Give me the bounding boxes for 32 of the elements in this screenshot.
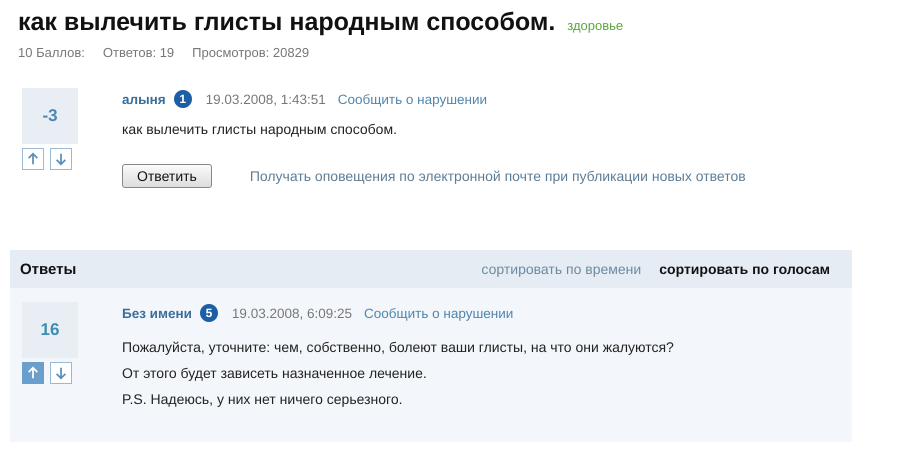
author-link[interactable]: алыня (122, 92, 166, 106)
post-text: как вылечить глисты народным способом. (122, 120, 398, 139)
vote-down-button[interactable] (50, 148, 72, 170)
sort-link[interactable]: сортировать по голосам (659, 261, 830, 277)
stat-text: Просмотров: 20829 (192, 45, 310, 60)
down-arrow-icon (54, 152, 68, 166)
sort-link[interactable]: сортировать по времени (481, 261, 642, 277)
up-arrow-icon (26, 366, 40, 380)
reply-button[interactable]: Ответить (122, 164, 212, 188)
answers-title: Ответы (20, 260, 76, 278)
rank-badge: 1 (174, 90, 192, 108)
post-text: От этого будет зависеть назначенное лечение. (122, 364, 428, 383)
report-link[interactable]: Сообщить о нарушении (364, 306, 514, 320)
question-title: как вылечить глисты народным способом. (18, 8, 556, 37)
vote-down-button[interactable] (50, 362, 72, 384)
score-box: -3 (22, 88, 78, 144)
stat-text: Ответов: 19 (102, 45, 174, 60)
vote-up-button[interactable] (22, 148, 44, 170)
category-link[interactable]: здоровье (567, 18, 624, 33)
report-link[interactable]: Сообщить о нарушении (338, 92, 488, 106)
author-link[interactable]: Без имени (122, 306, 192, 320)
up-arrow-icon (26, 152, 40, 166)
rank-badge: 5 (200, 304, 218, 322)
stat-text: 10 Баллов: (18, 45, 85, 60)
post-date: 19.03.2008, 1:43:51 (206, 92, 326, 106)
score-box: 16 (22, 302, 78, 358)
notify-link[interactable]: Получать оповещения по электронной почте при публикации новых ответов (250, 168, 746, 184)
post-text: P.S. Надеюсь, у них нет ничего серьезного. (122, 390, 404, 409)
post-text: Пожалуйста, уточните: чем, собственно, болеют ваши глисты, на что они жалуются? (122, 338, 675, 357)
post-date: 19.03.2008, 6:09:25 (232, 306, 352, 320)
down-arrow-icon (54, 366, 68, 380)
vote-up-button[interactable] (22, 362, 44, 384)
